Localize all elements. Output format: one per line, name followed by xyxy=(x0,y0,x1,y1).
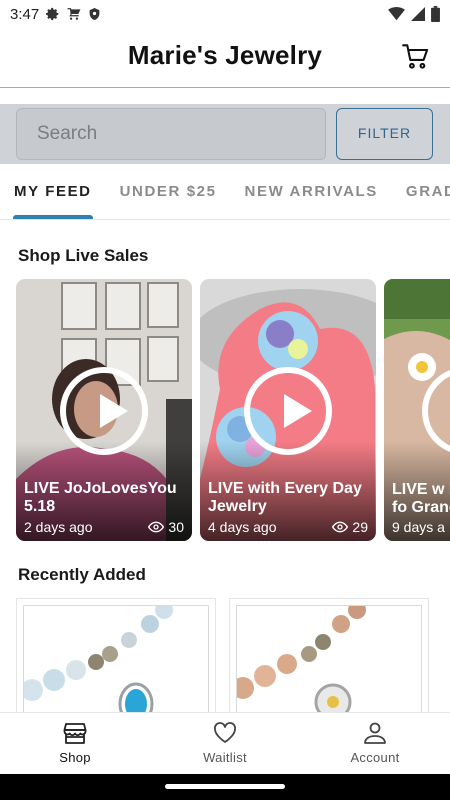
eye-icon xyxy=(332,521,349,533)
live-sale-meta: 9 days a xyxy=(392,519,450,535)
tab-label: GRAD xyxy=(405,183,450,200)
battery-icon xyxy=(431,6,440,22)
view-count: 30 xyxy=(148,519,184,535)
live-sale-age: 2 days ago xyxy=(24,519,93,535)
live-sale-title: LIVE with Every Day Jewelry xyxy=(208,480,362,515)
view-count: 29 xyxy=(332,519,368,535)
nav-label: Account xyxy=(350,750,400,765)
active-tab-indicator xyxy=(13,215,93,219)
nav-shop[interactable]: Shop xyxy=(0,713,150,774)
live-sale-meta: 2 days ago 30 xyxy=(24,519,184,535)
status-time: 3:47 xyxy=(10,5,40,23)
system-navigation-bar xyxy=(0,774,450,800)
person-icon xyxy=(364,722,386,744)
tab-new-arrivals[interactable]: NEW ARRIVALS xyxy=(231,164,392,219)
live-sale-card[interactable]: LIVE w Ideas fo Grandn 9 days a xyxy=(384,279,450,541)
tab-my-feed[interactable]: MY FEED xyxy=(0,164,106,219)
play-icon[interactable] xyxy=(244,367,332,455)
tab-under-25[interactable]: UNDER $25 xyxy=(106,164,231,219)
section-title-live-sales: Shop Live Sales xyxy=(18,246,149,265)
category-tabs: MY FEED UNDER $25 NEW ARRIVALS GRAD xyxy=(0,164,450,220)
recently-added-carousel[interactable] xyxy=(16,598,450,713)
search-input[interactable]: Search xyxy=(16,108,326,160)
live-sale-meta: 4 days ago 29 xyxy=(208,519,368,535)
signal-icon xyxy=(411,7,425,21)
app-header: Marie's Jewelry xyxy=(0,28,450,88)
tab-label: NEW ARRIVALS xyxy=(244,183,378,200)
wifi-icon xyxy=(388,7,405,21)
page-title: Marie's Jewelry xyxy=(127,40,323,70)
status-bar: 3:47 xyxy=(0,0,450,28)
cart-icon xyxy=(67,8,81,20)
live-sale-title: LIVE w Ideas fo Grandn xyxy=(392,481,450,516)
bracelet-image xyxy=(24,606,208,712)
home-gesture-handle[interactable] xyxy=(165,784,285,789)
live-sale-age: 4 days ago xyxy=(208,519,277,535)
bottom-navigation: Shop Waitlist Account xyxy=(0,712,450,774)
view-count-value: 29 xyxy=(352,519,368,535)
filter-button[interactable]: FILTER xyxy=(336,108,433,160)
product-card[interactable] xyxy=(229,598,429,713)
search-bar: Search FILTER xyxy=(0,104,450,164)
nav-label: Waitlist xyxy=(203,750,247,765)
product-card[interactable] xyxy=(16,598,216,713)
bracelet-image xyxy=(237,606,421,712)
nav-label: Shop xyxy=(59,750,91,765)
gear-icon xyxy=(46,7,59,21)
live-sale-age: 9 days a xyxy=(392,519,445,535)
play-icon[interactable] xyxy=(60,367,148,455)
section-title-recently-added: Recently Added xyxy=(18,565,146,584)
cart-icon[interactable] xyxy=(402,43,430,71)
heart-icon xyxy=(214,722,236,743)
nav-waitlist[interactable]: Waitlist xyxy=(150,713,300,774)
eye-icon xyxy=(148,521,165,533)
live-sale-title: LIVE JoJoLovesYou 5.18 xyxy=(24,480,177,515)
storefront-icon xyxy=(63,723,87,744)
live-sales-carousel[interactable]: LIVE JoJoLovesYou 5.18 2 days ago 30 LIV… xyxy=(16,279,450,541)
view-count-value: 30 xyxy=(168,519,184,535)
nav-account[interactable]: Account xyxy=(300,713,450,774)
tab-label: UNDER $25 xyxy=(119,183,217,200)
tab-label: MY FEED xyxy=(14,183,92,200)
live-sale-card[interactable]: LIVE with Every Day Jewelry 4 days ago 2… xyxy=(200,279,376,541)
product-image xyxy=(236,605,422,712)
live-sale-card[interactable]: LIVE JoJoLovesYou 5.18 2 days ago 30 xyxy=(16,279,192,541)
tab-grad[interactable]: GRAD xyxy=(392,164,450,219)
product-image xyxy=(23,605,209,712)
shield-icon xyxy=(89,8,100,20)
